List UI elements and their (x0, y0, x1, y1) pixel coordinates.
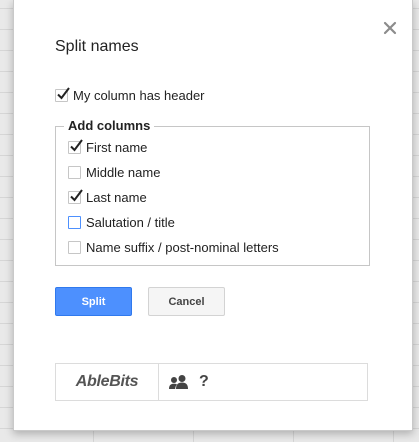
name-suffix-label: Name suffix / post-nominal letters (86, 240, 279, 255)
footer-icons: ? (168, 373, 209, 391)
last-name-label: Last name (86, 190, 147, 205)
salutation-label: Salutation / title (86, 215, 175, 230)
header-checkbox-label: My column has header (73, 88, 205, 103)
split-names-dialog: Split names My column has header Add col… (13, 0, 413, 431)
option-name-suffix[interactable]: Name suffix / post-nominal letters (68, 240, 279, 255)
checkmark-icon (70, 139, 83, 152)
add-columns-legend: Add columns (64, 118, 155, 133)
checkmark-icon (70, 189, 83, 202)
split-button[interactable]: Split (55, 287, 132, 316)
salutation-checkbox[interactable] (68, 216, 81, 229)
ablebits-logo[interactable]: AbleBits (56, 364, 159, 400)
dialog-title: Split names (55, 38, 139, 55)
name-suffix-checkbox[interactable] (68, 241, 81, 254)
header-checkbox[interactable] (55, 87, 70, 102)
last-name-checkbox[interactable] (68, 189, 83, 204)
help-icon[interactable]: ? (199, 373, 209, 391)
first-name-checkbox[interactable] (68, 139, 83, 154)
close-icon[interactable] (382, 20, 398, 36)
cancel-button[interactable]: Cancel (148, 287, 225, 316)
middle-name-checkbox[interactable] (68, 166, 81, 179)
users-icon[interactable] (168, 374, 190, 390)
first-name-label: First name (86, 140, 148, 155)
option-salutation[interactable]: Salutation / title (68, 215, 175, 230)
footer-bar: AbleBits ? (55, 363, 368, 401)
option-middle-name[interactable]: Middle name (68, 165, 160, 180)
middle-name-label: Middle name (86, 165, 161, 180)
option-last-name[interactable]: Last name (68, 189, 147, 205)
checkmark-icon (57, 87, 70, 100)
header-option-row[interactable]: My column has header (55, 87, 205, 103)
option-first-name[interactable]: First name (68, 139, 148, 155)
